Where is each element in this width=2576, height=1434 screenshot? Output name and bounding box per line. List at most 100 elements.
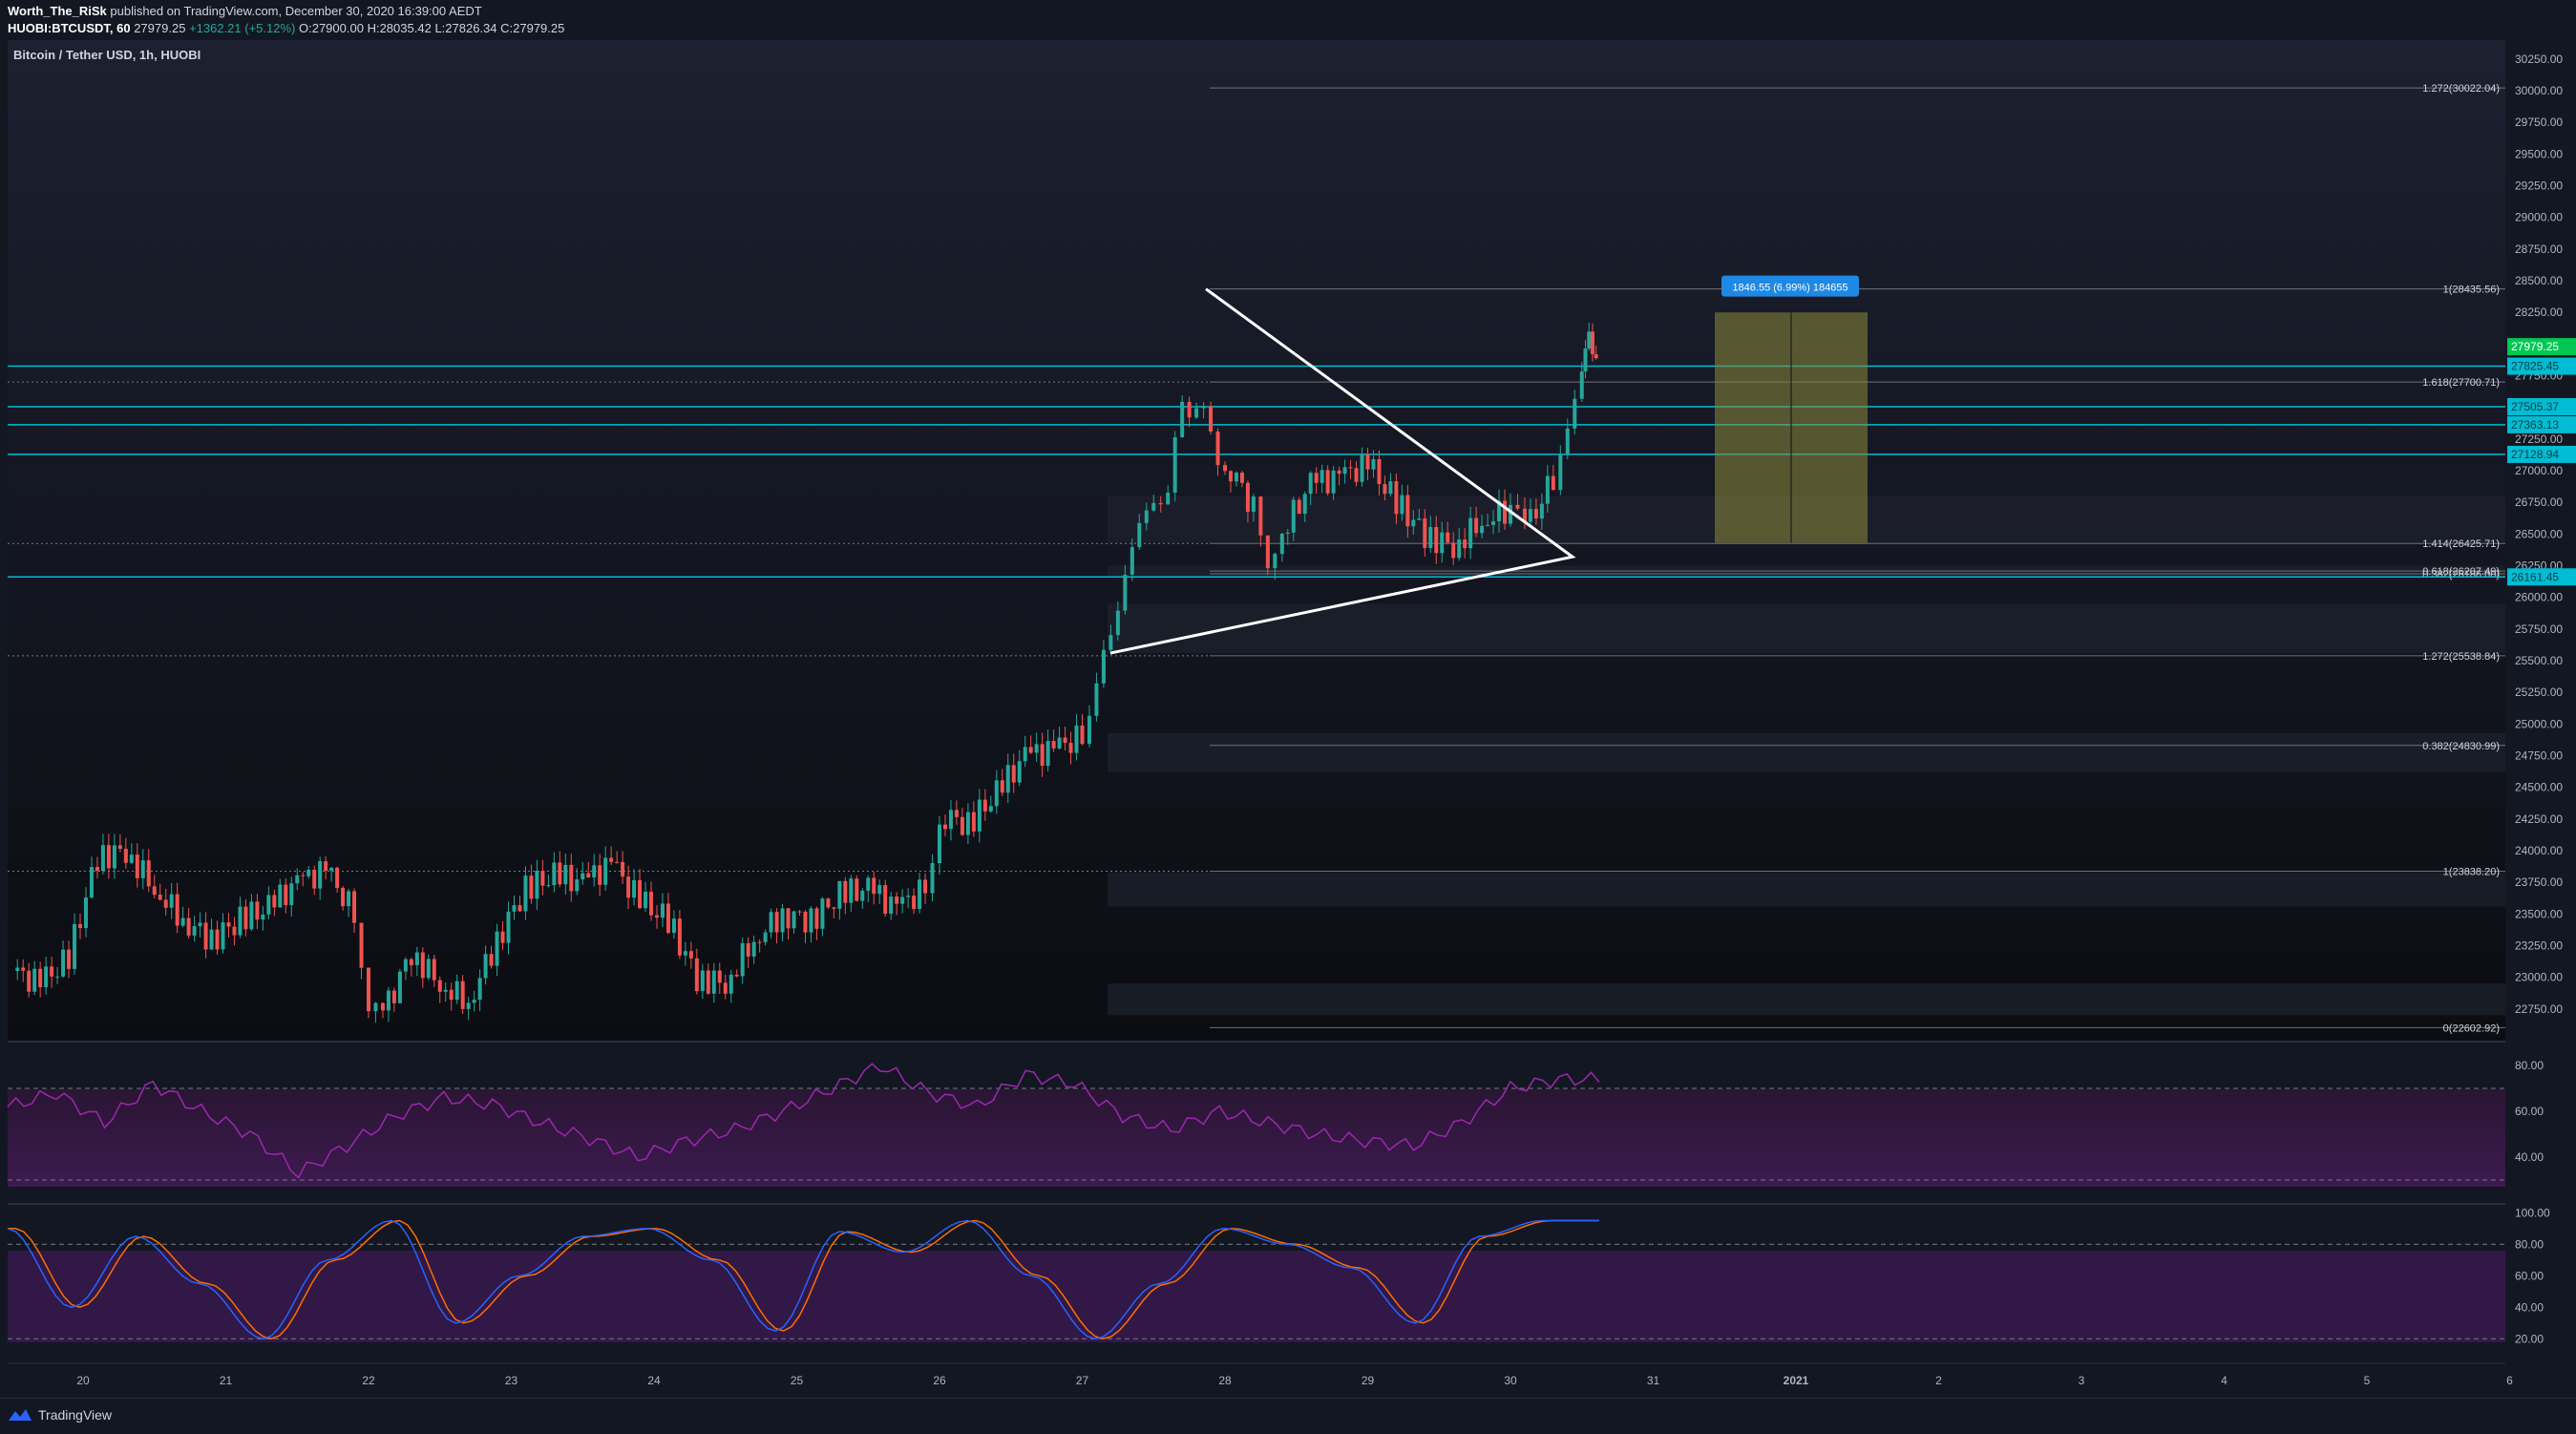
candle-body (27, 970, 32, 992)
candle-body (324, 861, 328, 872)
measure-label: 1846.55 (6.99%) 184655 (1732, 283, 1848, 294)
candle-body (982, 799, 987, 812)
candle-body (367, 967, 370, 1012)
candle-body (797, 911, 802, 913)
candle-body (746, 942, 750, 957)
time-tick: 22 (362, 1374, 375, 1387)
candle-body (677, 918, 682, 956)
candle-body (1180, 401, 1185, 438)
price-tick: 26500.00 (2515, 527, 2563, 540)
candle-body (1000, 780, 1004, 793)
price-tick: 24000.00 (2515, 844, 2563, 857)
last-price-value: 27979.25 (134, 21, 186, 35)
candle-body (1325, 470, 1330, 494)
candle-body (312, 869, 317, 889)
candle-body (1365, 453, 1370, 470)
price-badge-label: 27505.37 (2511, 400, 2559, 413)
candle-body (409, 959, 413, 965)
candle-body (575, 879, 580, 892)
candle-body (546, 885, 551, 887)
price-tick: 29750.00 (2515, 116, 2563, 129)
time-tick: 2 (1935, 1374, 1942, 1387)
candle-body (454, 981, 459, 1001)
candle-body (877, 885, 882, 895)
price-tick: 25250.00 (2515, 685, 2563, 699)
candle-body (1558, 454, 1563, 491)
price-tick: 26750.00 (2515, 496, 2563, 509)
publish-info: published on TradingView.com, December 3… (110, 4, 482, 18)
candle-body (1144, 510, 1149, 523)
price-chart[interactable]: Bitcoin / Tether USD, 1h, HUOBI 30250.00… (0, 40, 2576, 1396)
candle-body (203, 922, 208, 950)
candle-body (740, 942, 745, 977)
rsi-band (8, 1089, 2505, 1187)
fib-label: 1.414(26425.71) (2422, 538, 2500, 550)
candle-body (397, 971, 402, 1003)
fib-label: 0(22602.92) (2443, 1023, 2500, 1034)
candle-body (523, 875, 528, 912)
candle-body (1509, 504, 1512, 524)
candle-body (373, 1002, 378, 1012)
candle-body (347, 891, 351, 907)
price-tick: 26000.00 (2515, 591, 2563, 604)
candle-body (820, 898, 825, 929)
candle-body (495, 931, 499, 966)
ohlc-low: L:27826.34 (434, 21, 497, 35)
candle-body (129, 854, 134, 863)
candle-body (1314, 473, 1319, 483)
candle-body (180, 917, 185, 926)
time-tick: 5 (2364, 1374, 2371, 1387)
time-axis[interactable]: 20 21 22 23 24 25 26 27 28 29 30 31 2021 2 3 4 5 6 (76, 1374, 2513, 1387)
candle-body (169, 894, 174, 908)
candle-body (1423, 518, 1427, 548)
candle-body (163, 899, 168, 908)
candle-body (420, 952, 425, 979)
candle-body (506, 911, 511, 943)
price-tick: 25000.00 (2515, 717, 2563, 730)
price-tick: 23000.00 (2515, 971, 2563, 984)
candle-body (1034, 744, 1039, 753)
time-tick: 25 (791, 1374, 804, 1387)
candle-body (38, 968, 43, 987)
candle-body (1279, 534, 1284, 555)
candle-body (1057, 737, 1062, 749)
price-axis[interactable]: 30250.00 30000.00 29750.00 29500.00 29250.00… (2515, 53, 2563, 1016)
candle-body (1551, 475, 1555, 491)
candle-body (1474, 517, 1479, 534)
time-tick: 2021 (1784, 1374, 1809, 1387)
candle-body (706, 970, 710, 994)
candle-body (432, 959, 436, 981)
candle-body (1533, 509, 1538, 519)
time-tick: 21 (220, 1374, 233, 1387)
candle-body (403, 959, 408, 972)
candle-body (1428, 526, 1433, 548)
candle-body (540, 871, 545, 886)
author-name[interactable]: Worth_The_RiSk (8, 4, 107, 18)
tradingview-logo[interactable]: TradingView (8, 1407, 112, 1423)
ohlc-open: O:27900.00 (299, 21, 364, 35)
candle-body (255, 901, 260, 920)
candle-body (78, 924, 83, 929)
candle-body (1158, 502, 1163, 505)
candle-body (1503, 500, 1508, 524)
candle-body (1045, 741, 1050, 767)
candle-body (1234, 473, 1238, 482)
candle-body (1583, 348, 1588, 372)
footer-bar: TradingView (0, 1398, 2576, 1434)
symbol-name[interactable]: HUOBI:BTCUSDT, 60 (8, 21, 131, 35)
time-tick: 23 (505, 1374, 518, 1387)
candle-body (266, 895, 271, 915)
candle-body (1023, 747, 1027, 762)
candle-body (209, 929, 214, 950)
candle-body (872, 877, 876, 895)
candle-body (140, 860, 145, 878)
candle-body (1411, 519, 1416, 527)
candle-body (215, 929, 220, 950)
rsi-tick: 80.00 (2515, 1059, 2544, 1072)
measure-tool[interactable]: 1846.55 (6.99%) 184655 (1715, 275, 1868, 543)
price-tick: 24250.00 (2515, 812, 2563, 826)
candle-body (352, 891, 357, 923)
candle-body (414, 952, 419, 965)
stoch-tick: 60.00 (2515, 1269, 2544, 1282)
candle-body (774, 912, 779, 933)
